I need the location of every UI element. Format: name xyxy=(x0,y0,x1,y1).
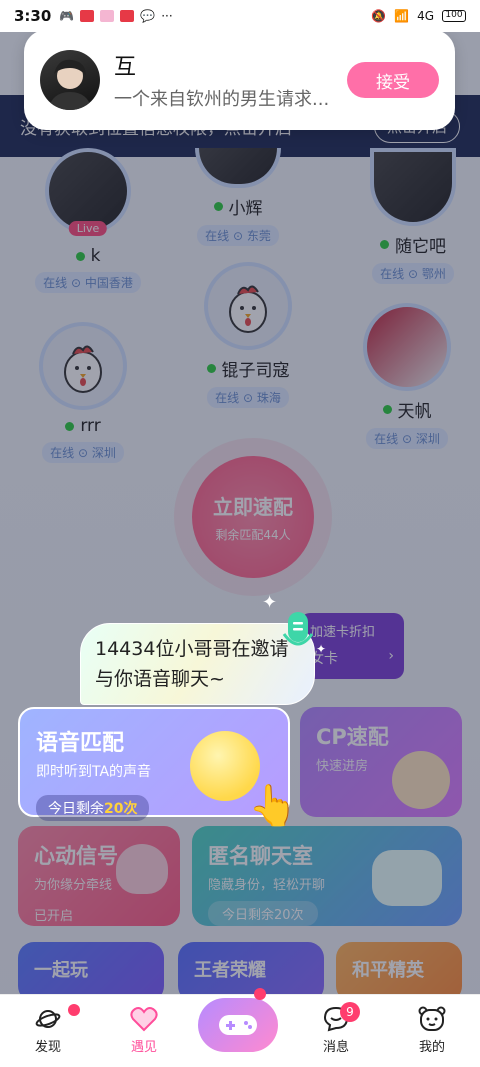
notification-title: 互 xyxy=(114,55,137,80)
pointing-hand-icon: 👆 xyxy=(248,783,298,829)
battery-icon: 100 xyxy=(442,10,466,22)
nav-discover-label: 发现 xyxy=(34,1040,61,1055)
mute-icon: 🔕 xyxy=(371,9,387,23)
accept-button[interactable]: 接受 xyxy=(347,62,439,98)
bear-face-icon xyxy=(418,1006,446,1032)
app-icon-red-2 xyxy=(120,10,135,22)
nav-messages-label: 消息 xyxy=(322,1040,349,1055)
nav-game[interactable] xyxy=(192,988,288,1067)
remaining-prefix: 今日剩余 xyxy=(48,801,104,817)
match-request-notification[interactable]: 互 一个来自钦州的男生请求... 接受 xyxy=(24,30,455,130)
discover-red-dot xyxy=(68,1004,80,1016)
nav-messages[interactable]: 消息 9 xyxy=(288,994,384,1067)
requester-avatar xyxy=(40,50,100,110)
gamepad-icon: 🎮 xyxy=(59,9,75,23)
signal-label: 4G xyxy=(417,9,434,23)
nav-meet[interactable]: 遇见 xyxy=(96,994,192,1067)
notification-message: 一个来自钦州的男生请求... xyxy=(114,89,330,110)
game-center-button[interactable] xyxy=(198,998,278,1052)
status-notification-icons: 🎮 💬 ··· xyxy=(59,9,172,23)
app-icon-pink xyxy=(100,10,115,22)
notification-text: 互 一个来自钦州的男生请求... xyxy=(114,49,337,111)
remaining-count: 20次 xyxy=(104,801,138,817)
nav-me-label: 我的 xyxy=(418,1040,445,1055)
gamepad-icon xyxy=(219,1015,257,1035)
nav-discover[interactable]: 发现 xyxy=(0,994,96,1067)
dim-overlay[interactable] xyxy=(0,32,480,994)
nav-me[interactable]: 我的 xyxy=(384,994,480,1067)
microphone-icon xyxy=(282,612,314,646)
status-right: 🔕 📶 4G 100 xyxy=(371,9,466,23)
planet-icon xyxy=(34,1006,62,1032)
sparkle-icon: ✦ xyxy=(262,592,278,613)
messages-badge: 9 xyxy=(340,1002,360,1022)
wechat-icon: 💬 xyxy=(140,9,156,23)
game-red-dot xyxy=(254,988,266,1000)
app-icon-red xyxy=(80,10,95,22)
person-silhouette-icon xyxy=(48,59,92,110)
status-bar: 3:30 🎮 💬 ··· 🔕 📶 4G 100 xyxy=(0,0,480,32)
nav-meet-label: 遇见 xyxy=(130,1040,157,1055)
guide-bubble: 14434位小哥哥在邀请与你语音聊天~ xyxy=(80,623,315,705)
sparkle-icon: ✦ xyxy=(316,642,327,656)
voice-match-remaining: 今日剩余20次 xyxy=(36,795,150,821)
heart-icon xyxy=(130,1006,158,1032)
wifi-icon: 📶 xyxy=(394,9,410,23)
status-time: 3:30 xyxy=(14,7,52,25)
bottom-nav: 发现 遇见 消息 9 我的 xyxy=(0,988,480,1067)
more-icon: ··· xyxy=(161,9,173,23)
